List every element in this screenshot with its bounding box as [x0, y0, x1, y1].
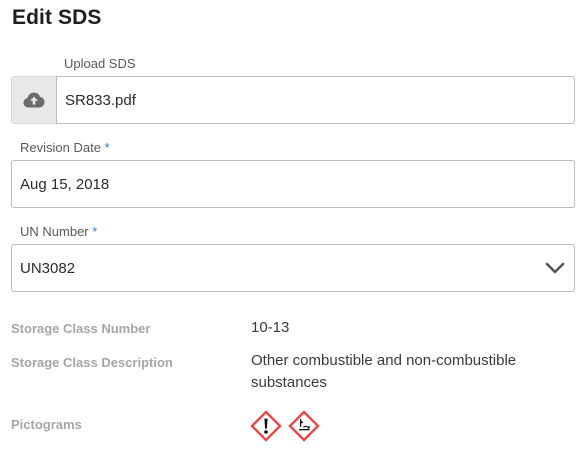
un-number-selected-value: UN3082 — [20, 259, 76, 277]
un-number-label: UN Number * — [20, 224, 97, 239]
revision-date-label: Revision Date * — [20, 140, 110, 155]
pictogram-list — [250, 410, 320, 442]
upload-sds-label: Upload SDS — [64, 56, 136, 71]
storage-class-description-label: Storage Class Description — [11, 355, 173, 370]
storage-class-number-label: Storage Class Number — [11, 321, 151, 336]
revision-date-input[interactable] — [11, 160, 575, 208]
page-title: Edit SDS — [12, 6, 102, 29]
cloud-upload-icon — [23, 92, 45, 108]
upload-sds-field — [11, 76, 575, 124]
storage-class-description-value: Other combustible and non-combustible su… — [251, 350, 516, 394]
storage-class-number-value: 10-13 — [251, 319, 290, 336]
revision-date-label-text: Revision Date — [20, 140, 101, 155]
chevron-down-icon[interactable] — [544, 257, 566, 279]
storage-class-description-line1: Other combustible and non-combustible — [251, 352, 517, 369]
required-marker: * — [104, 140, 110, 155]
un-number-select[interactable]: UN3082 — [11, 244, 575, 292]
exclamation-pictogram-icon — [250, 410, 282, 442]
storage-class-description-line2: substances — [251, 374, 327, 391]
upload-sds-input[interactable] — [56, 76, 575, 124]
environment-pictogram-icon — [288, 410, 320, 442]
edit-sds-form: Edit SDS Upload SDS Revision Date * UN N… — [0, 0, 581, 460]
upload-button[interactable] — [11, 76, 56, 124]
required-marker: * — [92, 224, 98, 239]
un-number-label-text: UN Number — [20, 224, 89, 239]
pictograms-label: Pictograms — [11, 417, 82, 432]
